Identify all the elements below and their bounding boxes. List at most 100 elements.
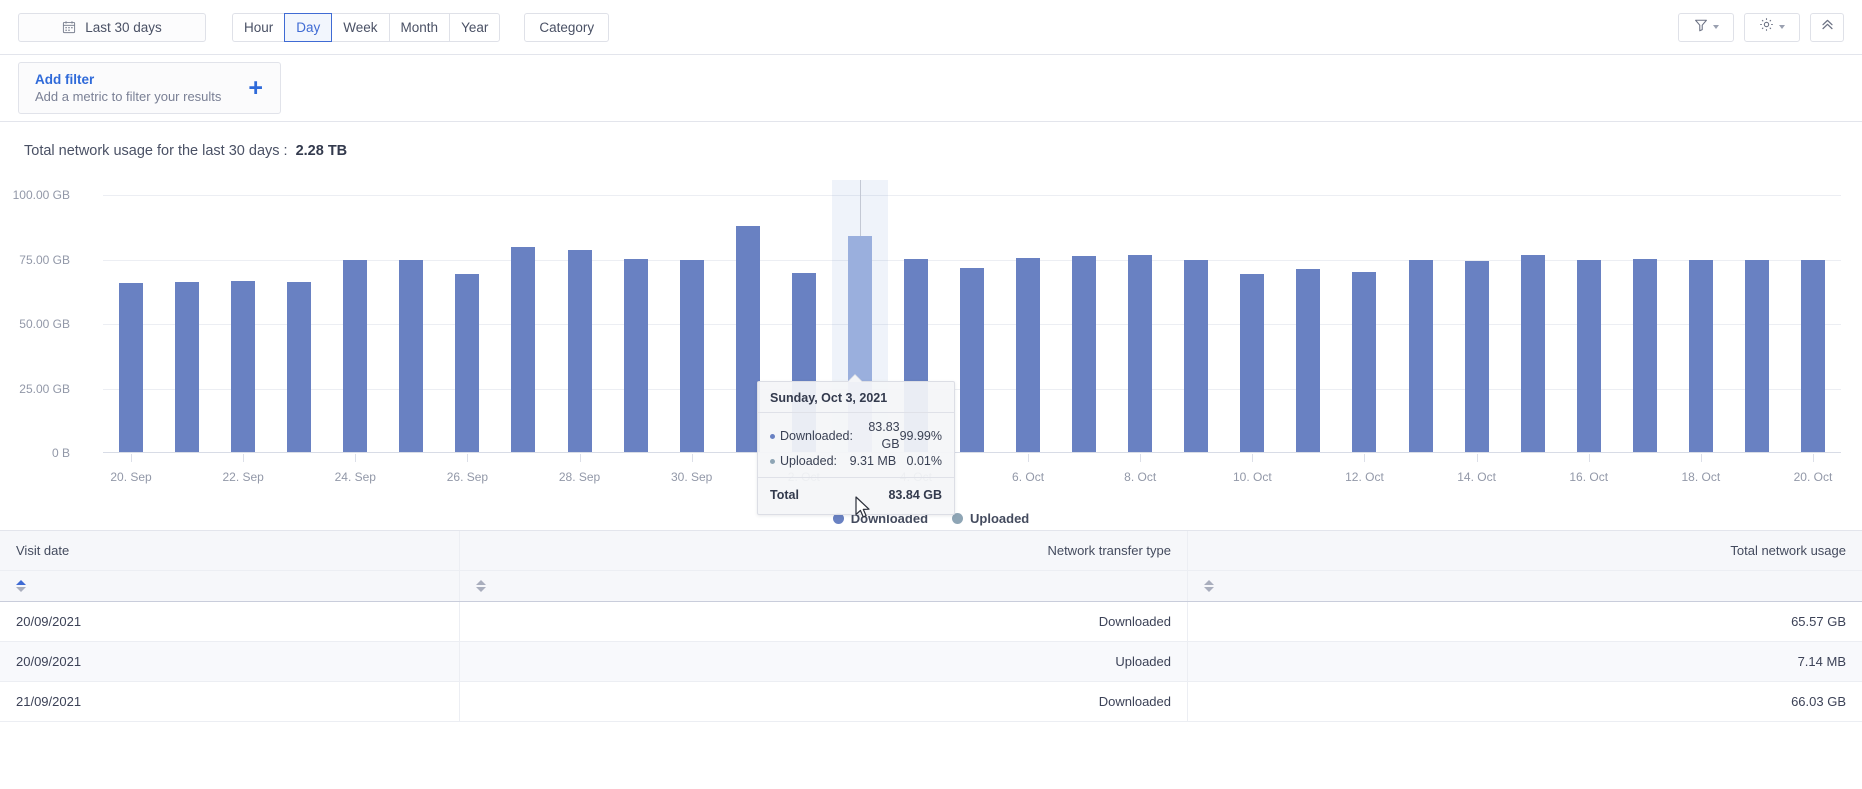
chevron-down-icon [1779,25,1785,29]
cell-network-transfer-type: Downloaded [460,602,1188,641]
period-month[interactable]: Month [388,12,450,42]
chart-bar[interactable] [119,282,144,452]
chart-bar[interactable] [1072,255,1097,452]
column-header-network-transfer-type[interactable]: Network transfer type [460,531,1188,570]
column-header-total-network-usage[interactable]: Total network usage [1188,531,1862,570]
y-axis-tick-label: 100.00 GB [12,188,70,202]
results-table: Visit date Network transfer type Total n… [0,531,1862,722]
chart-bar[interactable] [567,249,592,452]
x-axis-tick [243,454,245,462]
tooltip-row-downloaded: Downloaded: 83.83 GB 99.99% [770,419,942,453]
series-dot-uploaded [770,459,775,464]
gear-icon [1759,17,1774,37]
tooltip-divider [758,412,954,413]
chart-bar[interactable] [287,282,312,452]
plus-icon[interactable]: + [248,75,263,101]
x-axis-tick [131,454,133,462]
period-day[interactable]: Day [284,12,333,42]
x-axis-tick-label: 20. Oct [1793,470,1833,484]
chart-bar[interactable] [623,259,648,452]
collapse-panel-button[interactable] [1810,12,1844,42]
legend-item-uploaded[interactable]: Uploaded [952,511,1029,526]
table-row[interactable]: 20/09/2021 Uploaded 7.14 MB [0,642,1862,682]
double-chevron-up-icon [1820,17,1835,37]
x-axis-tick-label: 6. Oct [1012,470,1045,484]
chart-bar[interactable] [960,268,984,452]
tooltip-total-value: 83.84 GB [888,488,942,502]
tooltip-label-downloaded: Downloaded: [780,428,853,443]
tooltip-title: Sunday, Oct 3, 2021 [770,391,888,405]
tooltip-arrow [848,375,862,382]
chart-bar[interactable] [1688,260,1713,452]
chart-bar[interactable] [1520,255,1545,452]
add-filter-subtitle: Add a metric to filter your results [35,89,222,104]
tooltip-percent-uploaded: 0.01% [906,454,942,468]
chart-bar[interactable] [1352,272,1377,452]
x-axis-tick-label: 24. Sep [334,470,376,484]
chart-bar[interactable] [1576,259,1601,452]
chart-bar[interactable] [1632,259,1657,452]
x-axis-tick [691,454,693,462]
x-axis-tick [355,454,357,462]
total-usage-value: 2.28 TB [295,143,348,159]
column-header-visit-date[interactable]: Visit date [0,531,460,570]
chart-bar[interactable] [1016,257,1041,452]
x-axis-tick-label: 26. Sep [446,470,489,484]
chart-bar[interactable] [175,281,200,452]
cell-total-network-usage: 65.57 GB [1791,614,1846,629]
period-segmented-control: Hour Day Week Month Year [232,12,501,42]
category-button[interactable]: Category [524,12,610,42]
period-year[interactable]: Year [449,12,501,42]
chart-bar[interactable] [343,260,368,452]
settings-dropdown-button[interactable] [1744,12,1800,42]
sort-control-visit-date[interactable] [0,571,460,601]
chart-bar[interactable] [1464,261,1489,452]
table-row[interactable]: 20/09/2021 Downloaded 65.57 GB [0,602,1862,642]
x-axis-line [103,452,1841,453]
sort-control-total-network-usage[interactable] [1188,571,1862,601]
table-body: 20/09/2021 Downloaded 65.57 GB 20/09/2021 Up… [0,602,1862,722]
chart-bar[interactable] [1240,273,1265,452]
chart-plot-area[interactable]: 0 B 25.00 GB 50.00 GB 75.00 GB 100.00 GB 20. … [13,180,1841,484]
toolbar-right-actions [1678,12,1844,42]
filter-dropdown-button[interactable] [1678,12,1734,42]
chart-bar[interactable] [679,259,704,452]
chart-bar[interactable] [1184,259,1209,452]
filter-strip: Add filter Add a metric to filter your r… [0,55,1862,122]
x-axis-tick [1700,454,1702,462]
chart-bar[interactable] [455,273,480,452]
cell-visit-date: 21/09/2021 [0,682,460,721]
tooltip-label-uploaded: Uploaded: [780,454,837,468]
cell-network-transfer-type: Uploaded [460,642,1188,681]
tooltip-row-uploaded: Uploaded: 9.31 MB 0.01% [770,453,942,470]
x-axis-tick-label: 8. Oct [1124,470,1157,484]
period-week[interactable]: Week [332,12,389,42]
chart-bar[interactable] [1128,255,1153,452]
x-axis-tick [1140,454,1142,462]
x-axis-tick-label: 22. Sep [222,470,264,484]
chevron-down-icon [1712,25,1719,29]
chart-bar[interactable] [1800,260,1825,452]
add-filter-card[interactable]: Add filter Add a metric to filter your r… [18,62,281,114]
mouse-cursor-icon [855,496,872,525]
chart-bar[interactable] [1296,269,1321,452]
table-header-row: Visit date Network transfer type Total n… [0,531,1862,571]
chart-bar[interactable] [1408,259,1433,452]
chart-gridline [103,195,1841,196]
chart-bar[interactable] [511,246,536,452]
table-row[interactable]: 21/09/2021 Downloaded 66.03 GB [0,682,1862,722]
total-usage-summary: Total network usage for the last 30 days… [0,122,1862,159]
tooltip-percent-downloaded: 99.99% [899,428,942,443]
date-range-picker[interactable]: Last 30 days [18,12,206,42]
chart-bar[interactable] [1744,259,1769,452]
cell-total-network-usage: 7.14 MB [1797,654,1846,669]
x-axis-tick-label: 20. Sep [110,470,152,484]
period-hour[interactable]: Hour [232,12,285,42]
sort-control-network-transfer-type[interactable] [460,571,1188,601]
x-axis-tick [1364,454,1366,462]
chart-bar[interactable] [231,281,256,452]
x-axis-tick [1476,454,1478,462]
add-filter-text: Add filter Add a metric to filter your r… [35,71,248,105]
chart-bar[interactable] [399,259,424,452]
x-axis-tick [1588,454,1590,462]
